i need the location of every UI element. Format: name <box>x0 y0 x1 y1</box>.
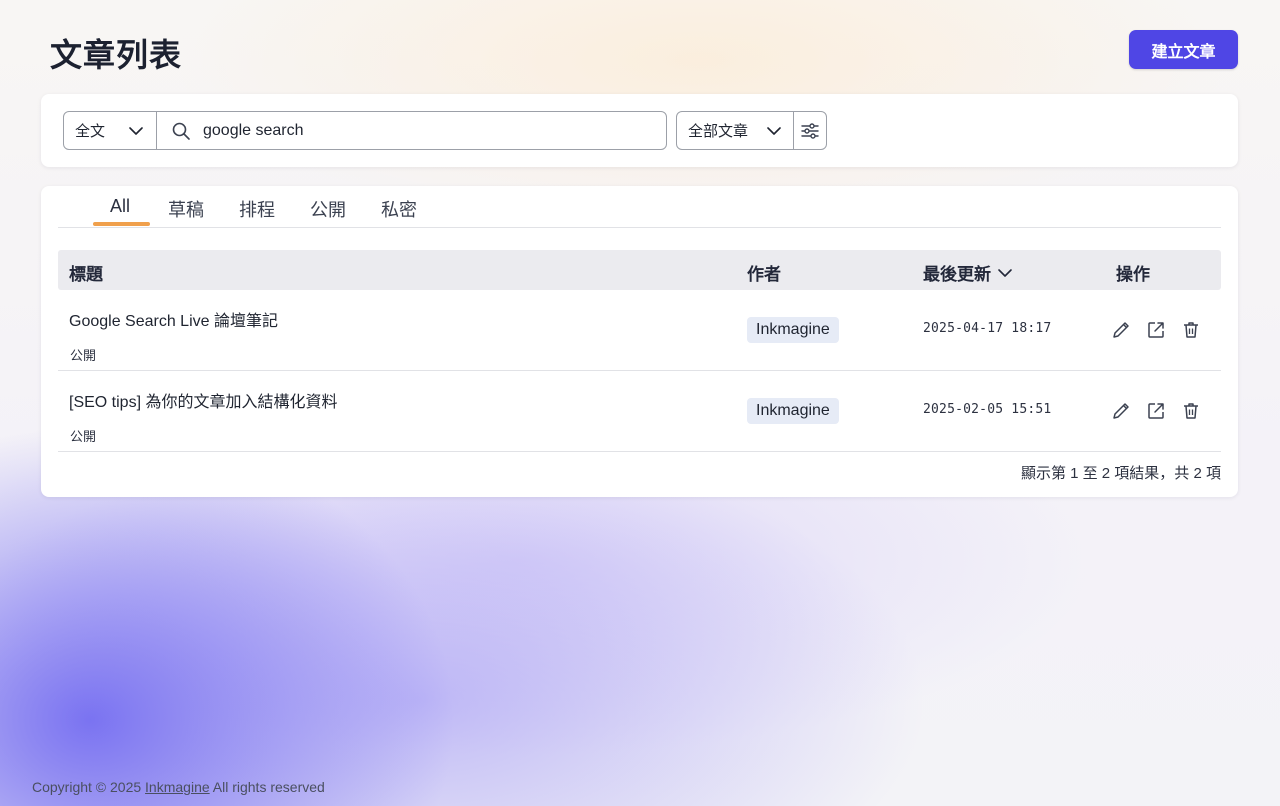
delete-button[interactable] <box>1180 319 1202 341</box>
column-author: 作者 <box>747 265 781 284</box>
create-article-button[interactable]: 建立文章 <box>1129 30 1238 69</box>
sliders-icon <box>801 122 819 139</box>
delete-button[interactable] <box>1180 400 1202 422</box>
chevron-down-icon <box>767 126 781 135</box>
column-updated-sort[interactable]: 最後更新 <box>923 260 1013 285</box>
tab-draft[interactable]: 草稿 <box>168 196 204 222</box>
scope-select[interactable]: 全文 <box>64 112 157 149</box>
pencil-icon <box>1113 322 1129 338</box>
type-filter-group: 全部文章 <box>676 111 827 150</box>
article-title[interactable]: [SEO tips] 為你的文章加入結構化資料 <box>69 388 337 412</box>
article-type-select-value: 全部文章 <box>688 123 749 140</box>
open-link-button[interactable] <box>1145 319 1167 341</box>
advanced-filter-button[interactable] <box>794 112 826 149</box>
article-status: 公開 <box>70 348 97 363</box>
open-link-button[interactable] <box>1145 400 1167 422</box>
edit-button[interactable] <box>1110 319 1132 341</box>
trash-icon <box>1184 322 1198 338</box>
footer-prefix: Copyright © 2025 <box>32 779 146 795</box>
chevron-down-icon <box>998 268 1012 277</box>
tab-public[interactable]: 公開 <box>310 196 346 222</box>
search-input[interactable] <box>203 121 643 140</box>
author-badge: Inkmagine <box>747 398 839 424</box>
filter-bar: 全文 全部文章 <box>41 94 1238 167</box>
table-row: Google Search Live 論壇筆記 公開 Inkmagine 202… <box>58 290 1221 371</box>
footer-copyright: Copyright © 2025 Inkmagine All rights re… <box>32 779 325 795</box>
edit-button[interactable] <box>1110 400 1132 422</box>
search-field <box>157 112 666 149</box>
column-updated-label: 最後更新 <box>923 265 991 284</box>
column-actions: 操作 <box>1116 265 1150 284</box>
tab-private[interactable]: 私密 <box>381 196 417 222</box>
tab-all[interactable]: All <box>110 196 130 217</box>
author-badge: Inkmagine <box>747 317 839 343</box>
pagination-summary: 顯示第 1 至 2 項結果，共 2 項 <box>1020 465 1221 482</box>
footer-suffix: All rights reserved <box>209 779 325 795</box>
scope-select-value: 全文 <box>75 123 106 140</box>
pencil-icon <box>1113 403 1129 419</box>
article-type-select[interactable]: 全部文章 <box>677 112 794 149</box>
article-title[interactable]: Google Search Live 論壇筆記 <box>69 307 278 331</box>
updated-date: 2025-02-05 15:51 <box>923 402 1052 417</box>
page-title: 文章列表 <box>50 37 183 73</box>
chevron-down-icon <box>129 126 143 135</box>
external-link-icon <box>1148 403 1164 419</box>
footer-brand-link[interactable]: Inkmagine <box>145 779 210 795</box>
trash-icon <box>1184 403 1198 419</box>
table-row: [SEO tips] 為你的文章加入結構化資料 公開 Inkmagine 202… <box>58 371 1221 452</box>
active-tab-indicator <box>93 222 150 226</box>
updated-date: 2025-04-17 18:17 <box>923 321 1052 336</box>
search-group: 全文 <box>63 111 667 150</box>
tab-scheduled[interactable]: 排程 <box>239 196 275 222</box>
article-list-card: All 草稿 排程 公開 私密 標題 作者 最後更新 操作 Google Sea… <box>41 186 1238 497</box>
search-icon <box>172 122 190 140</box>
table-header: 標題 作者 最後更新 操作 <box>58 250 1221 290</box>
column-title: 標題 <box>69 265 103 284</box>
external-link-icon <box>1148 322 1164 338</box>
article-status: 公開 <box>70 429 97 444</box>
status-tabs: All 草稿 排程 公開 私密 <box>58 186 1221 228</box>
